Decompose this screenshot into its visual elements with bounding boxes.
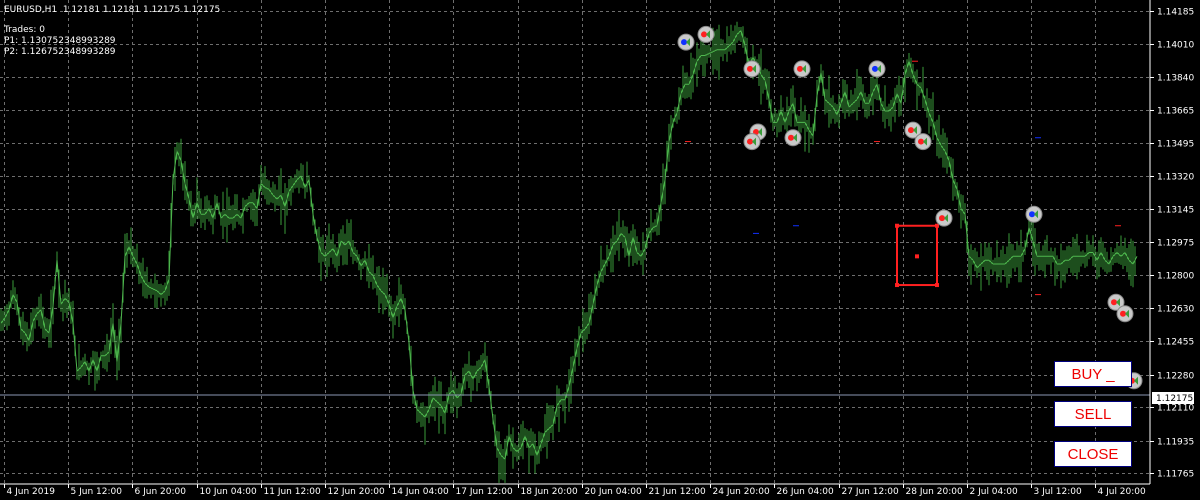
symbol-line: EURUSD,H1 1.12181 1.12181 1.12175 1.1217…	[4, 5, 221, 15]
sell-button[interactable]: SELL	[1054, 401, 1132, 427]
info-panel: EURUSD,H1 1.12181 1.12181 1.12175 1.1217…	[4, 5, 220, 58]
y-tick-label: 1.12800	[1157, 272, 1194, 282]
x-tick-label: 28 Jun 20:00	[906, 487, 963, 497]
x-tick-label: 5 Jun 12:00	[71, 487, 123, 497]
x-tick-label: 2 Jul 04:00	[970, 487, 1019, 497]
y-tick-label: 1.13320	[1157, 173, 1194, 183]
y-tick-label: 1.12110	[1157, 404, 1194, 414]
y-tick-label: 1.12455	[1157, 338, 1194, 348]
y-tick-label: 1.14185	[1157, 8, 1194, 18]
y-tick-label: 1.13495	[1157, 140, 1194, 150]
p1-value: P1: 1.130752348993289	[4, 36, 116, 46]
buy-button[interactable]: BUY _	[1054, 361, 1132, 387]
y-tick-label: 1.13145	[1157, 206, 1194, 216]
x-tick-label: 26 Jun 04:00	[777, 487, 834, 497]
rectangle-center[interactable]	[915, 254, 919, 259]
y-tick-label: 1.12280	[1157, 372, 1194, 382]
x-tick-label: 17 Jun 12:00	[456, 487, 513, 497]
x-tick-label: 21 Jun 12:00	[649, 487, 706, 497]
x-tick-label: 11 Jun 12:00	[264, 487, 321, 497]
y-tick-label: 1.13665	[1157, 107, 1194, 117]
y-tick-label: 1.12630	[1157, 305, 1194, 315]
x-tick-label: 18 Jun 20:00	[521, 487, 578, 497]
x-tick-label: 4 Jul 20:00	[1098, 487, 1147, 497]
x-tick-label: 14 Jun 04:00	[392, 487, 449, 497]
p2-value: P2: 1.126752348993289	[4, 47, 116, 57]
close-button[interactable]: CLOSE	[1054, 441, 1132, 467]
y-tick-label: 1.11935	[1157, 438, 1194, 448]
y-tick-label: 1.11765	[1157, 470, 1194, 480]
trades-count: Trades: 0	[4, 25, 45, 35]
x-tick-label: 27 Jun 12:00	[842, 487, 899, 497]
x-tick-label: 20 Jun 04:00	[585, 487, 642, 497]
price-tag-label: 1.12175	[1156, 394, 1193, 404]
price-axis: 1.14185 1.14010 1.13840 1.13665 1.13495 1.133…	[1150, 8, 1194, 480]
price-chart[interactable]: 1.14185 1.14010 1.13840 1.13665 1.13495 1.133…	[0, 0, 1200, 500]
x-tick-label: 4 Jun 2019	[7, 487, 56, 497]
y-tick-label: 1.13840	[1157, 74, 1194, 84]
x-tick-label: 12 Jun 20:00	[328, 487, 385, 497]
x-tick-label: 3 Jul 12:00	[1034, 487, 1083, 497]
y-tick-label: 1.14010	[1157, 41, 1194, 51]
x-tick-label: 24 Jun 20:00	[713, 487, 770, 497]
x-tick-label: 10 Jun 04:00	[200, 487, 257, 497]
y-tick-label: 1.12975	[1157, 239, 1194, 249]
x-tick-label: 6 Jun 20:00	[135, 487, 187, 497]
